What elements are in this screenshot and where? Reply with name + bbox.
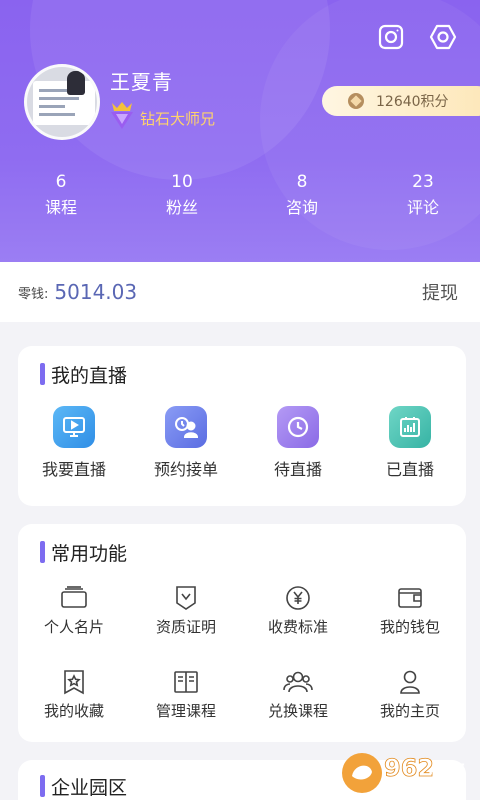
function-label: 个人名片	[43, 618, 104, 636]
stat-consult[interactable]: 8 咨询	[257, 172, 347, 220]
section-title-text: 常用功能	[51, 542, 128, 565]
user-icon	[395, 668, 425, 696]
appointment-icon	[165, 406, 207, 448]
stat-label: 咨询	[285, 198, 318, 217]
live-item-label: 已直播	[385, 460, 434, 479]
bookmark-star-icon	[59, 668, 89, 696]
profile-header: 王夏青 钻石大师兄 12640积分 6 课程 10 粉丝 8 咨询 23 评论	[0, 0, 480, 262]
users-icon	[283, 668, 313, 696]
certificate-icon	[171, 584, 201, 612]
points-badge[interactable]: 12640积分	[322, 86, 480, 116]
my-wallet-button[interactable]: 我的钱包	[354, 584, 466, 637]
settings-icon[interactable]	[428, 22, 458, 52]
manage-courses-button[interactable]: 管理课程	[130, 668, 242, 721]
stat-label: 粉丝	[165, 198, 198, 217]
wallet-label: 零钱:	[18, 286, 49, 302]
watermark-brand: 962	[384, 754, 434, 782]
live-done-button[interactable]: 已直播	[354, 406, 466, 480]
stat-label: 课程	[44, 198, 77, 217]
my-favorites-button[interactable]: 我的收藏	[18, 668, 130, 721]
live-item-label: 预约接单	[153, 460, 218, 479]
site-watermark-logo: 962 .NET 乐游网	[340, 750, 476, 796]
stat-value: 6	[55, 172, 67, 192]
my-homepage-button[interactable]: 我的主页	[354, 668, 466, 721]
stat-value: 8	[296, 172, 308, 192]
member-level: 钻石大师兄	[140, 110, 216, 128]
clock-icon	[277, 406, 319, 448]
section-title: 常用功能	[40, 540, 128, 565]
live-start-button[interactable]: 我要直播	[18, 406, 130, 480]
function-label: 我的收藏	[43, 702, 104, 720]
function-label: 资质证明	[155, 618, 216, 636]
fee-standard-button[interactable]: 收费标准	[242, 584, 354, 637]
section-title: 我的直播	[40, 362, 128, 387]
coin-icon	[348, 93, 364, 109]
wallet-icon	[395, 584, 425, 612]
wallet-bar: 零钱: 5014.03 提现	[0, 262, 480, 322]
section-title-text: 我的直播	[51, 364, 128, 387]
live-item-label: 我要直播	[41, 460, 106, 479]
redeem-courses-button[interactable]: 兑换课程	[242, 668, 354, 721]
card-icon	[59, 584, 89, 612]
live-appointment-button[interactable]: 预约接单	[130, 406, 242, 480]
stat-courses[interactable]: 6 课程	[16, 172, 106, 220]
business-card-button[interactable]: 个人名片	[18, 584, 130, 637]
live-screen-icon	[53, 406, 95, 448]
watermark-sub: 乐游网	[412, 781, 451, 796]
yuan-icon	[283, 584, 313, 612]
qualification-button[interactable]: 资质证明	[130, 584, 242, 637]
function-label: 管理课程	[155, 702, 216, 720]
stat-label: 评论	[406, 198, 439, 217]
common-functions-card: 常用功能 个人名片 资质证明 收费标准 我的钱包 我的收藏 管理课程 兑换课程 …	[18, 524, 466, 742]
withdraw-button[interactable]: 提现	[422, 279, 458, 305]
crown-badge-icon	[108, 100, 136, 130]
stat-comments[interactable]: 23 评论	[378, 172, 468, 220]
stat-fans[interactable]: 10 粉丝	[137, 172, 227, 220]
user-name: 王夏青	[110, 70, 173, 94]
scan-icon[interactable]	[376, 22, 406, 52]
watermark-suffix: .NET	[428, 762, 465, 778]
live-pending-button[interactable]: 待直播	[242, 406, 354, 480]
function-label: 我的主页	[379, 702, 440, 720]
my-live-card: 我的直播 我要直播 预约接单 待直播 已直播	[18, 346, 466, 506]
function-label: 收费标准	[267, 618, 328, 636]
section-title-text: 企业园区	[51, 776, 128, 799]
section-title: 企业园区	[40, 774, 128, 799]
avatar[interactable]	[24, 64, 100, 140]
function-label: 我的钱包	[379, 618, 440, 636]
book-icon	[171, 668, 201, 696]
function-label: 兑换课程	[267, 702, 328, 720]
points-value: 12640积分	[376, 94, 449, 110]
stat-value: 23	[412, 172, 434, 192]
wallet-amount: 5014.03	[54, 280, 138, 304]
live-item-label: 待直播	[273, 460, 322, 479]
bar-chart-icon	[389, 406, 431, 448]
stat-value: 10	[171, 172, 193, 192]
